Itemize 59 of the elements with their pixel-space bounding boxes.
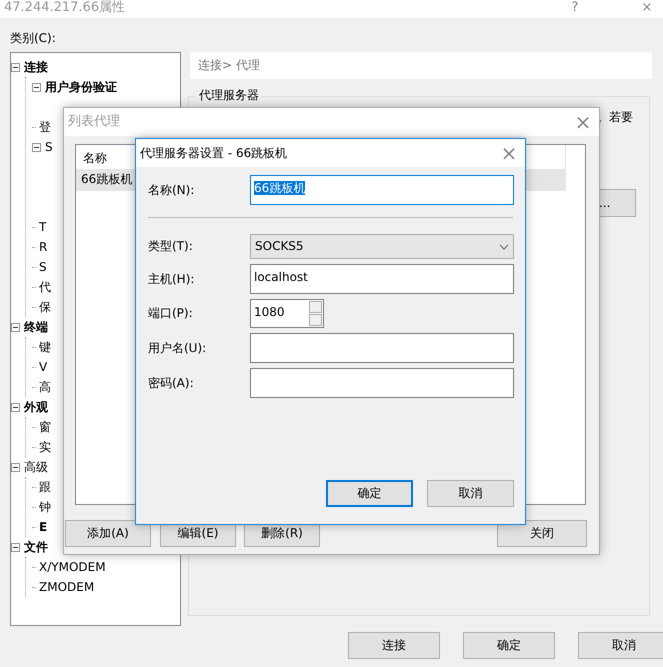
- tree-item[interactable]: R: [39, 240, 48, 254]
- tree-item[interactable]: 窗: [39, 420, 51, 434]
- field-label: 名称(N):: [148, 182, 196, 198]
- type-dropdown[interactable]: SOCKS5: [250, 234, 514, 259]
- dialog-button[interactable]: 确定: [326, 480, 413, 507]
- tree-item[interactable]: 键: [39, 340, 51, 354]
- tree-item[interactable]: X/YMODEM: [39, 560, 106, 574]
- field-label: 用户名(U):: [148, 340, 208, 356]
- tree-item[interactable]: 高级: [24, 460, 48, 474]
- field-label: 密码(A):: [148, 376, 195, 390]
- tree-item[interactable]: V: [39, 360, 48, 374]
- tree-item[interactable]: E: [39, 520, 48, 534]
- collapse-icon[interactable]: [11, 62, 20, 72]
- tree-item[interactable]: 保: [39, 300, 51, 314]
- tree-item[interactable]: 代: [39, 280, 51, 294]
- tree-item[interactable]: ZMODEM: [39, 580, 94, 594]
- dialog-title: 列表代理: [68, 114, 120, 130]
- window-title: 47.244.217.66属性: [4, 0, 126, 16]
- tree-item[interactable]: 登: [39, 120, 51, 134]
- tree-item[interactable]: 文件: [24, 540, 48, 554]
- help-button[interactable]: ?: [563, 0, 587, 16]
- collapse-icon[interactable]: [11, 402, 20, 412]
- collapse-icon[interactable]: [32, 142, 41, 152]
- dialog-button[interactable]: 连接: [348, 632, 440, 659]
- close-button[interactable]: ×: [571, 110, 595, 134]
- chevron-down-icon: [499, 244, 509, 250]
- dialog-button[interactable]: 确定: [463, 632, 555, 659]
- input-field[interactable]: 66跳板机: [250, 175, 514, 205]
- dialog-button[interactable]: 关闭: [497, 520, 587, 547]
- tree-item[interactable]: 实: [39, 440, 51, 454]
- input-field[interactable]: [250, 368, 514, 398]
- dialog-button[interactable]: 取消: [427, 480, 514, 507]
- tree-item[interactable]: 高: [39, 380, 51, 394]
- close-button[interactable]: ×: [635, 0, 659, 16]
- tree-item[interactable]: 钟: [39, 500, 51, 514]
- dialog-title: 代理服务器设置 - 66跳板机: [140, 146, 288, 160]
- collapse-icon[interactable]: [11, 462, 20, 472]
- input-field[interactable]: localhost: [250, 264, 514, 294]
- dialog-button[interactable]: 添加(A): [65, 520, 151, 547]
- tree-item[interactable]: S: [45, 140, 53, 154]
- tree-item[interactable]: 连接: [24, 60, 48, 74]
- tree-item[interactable]: 用户身份验证: [45, 80, 117, 94]
- dialog-button[interactable]: 取消: [578, 632, 663, 659]
- tree-item[interactable]: S: [39, 260, 47, 274]
- field-label: 主机(H):: [148, 272, 196, 286]
- collapse-icon[interactable]: [32, 82, 41, 92]
- input-field[interactable]: [250, 333, 514, 363]
- category-label: 类别(C):: [10, 31, 56, 46]
- tree-item[interactable]: 终端: [24, 320, 48, 334]
- collapse-icon[interactable]: [11, 322, 20, 332]
- group-title: 代理服务器: [196, 88, 262, 103]
- breadcrumb: 连接> 代理: [190, 52, 652, 79]
- tree-item[interactable]: 跟: [39, 480, 51, 494]
- tree-item[interactable]: T: [39, 220, 46, 234]
- close-button[interactable]: ×: [497, 140, 521, 166]
- field-label: 端口(P):: [148, 306, 194, 321]
- field-label: 类型(T):: [148, 239, 194, 254]
- tree-item[interactable]: 外观: [24, 400, 48, 414]
- collapse-icon[interactable]: [11, 542, 20, 552]
